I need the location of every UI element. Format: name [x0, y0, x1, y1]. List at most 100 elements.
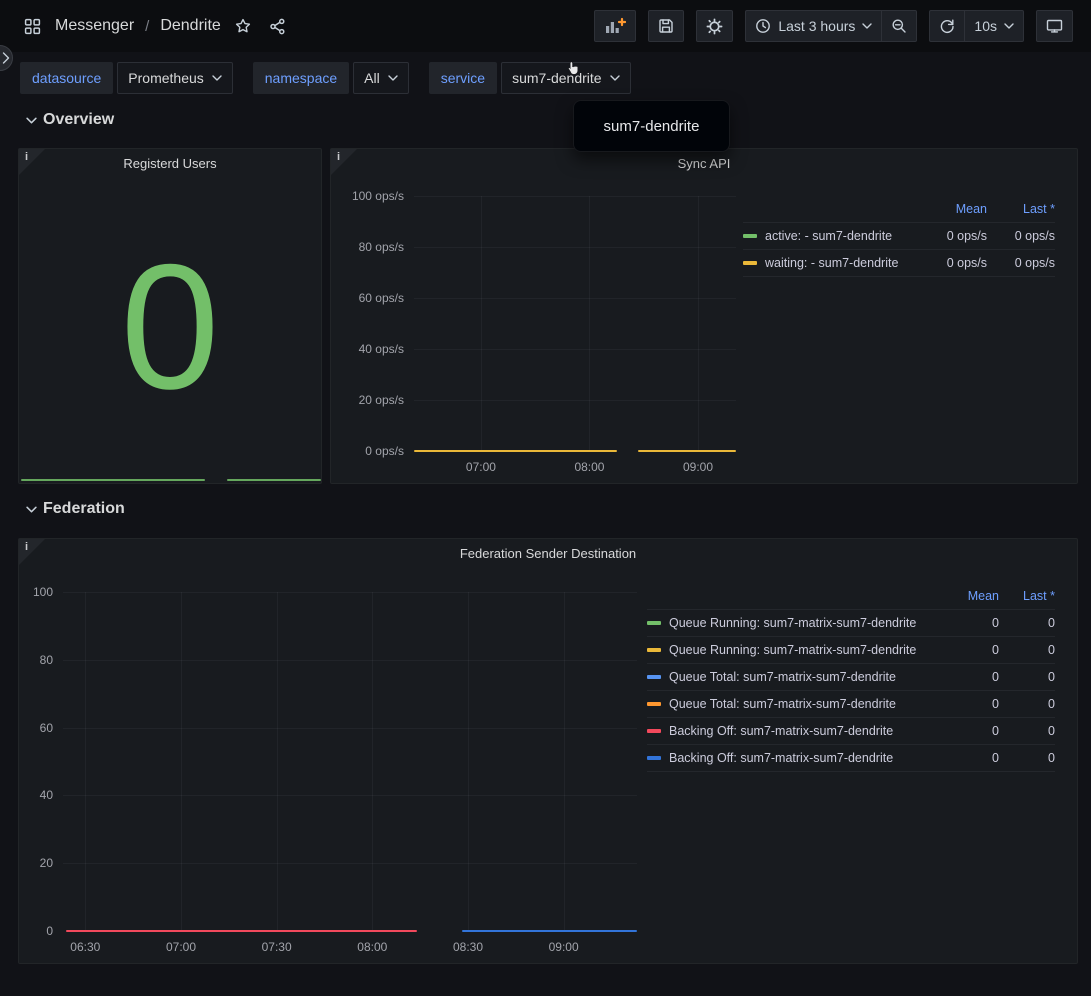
variable-picker-namespace[interactable]: All [353, 62, 409, 94]
legend-last-header[interactable]: Last * [987, 202, 1055, 216]
save-dashboard-button[interactable] [648, 10, 684, 42]
gridline-vertical [468, 592, 469, 931]
legend-series-swatch[interactable] [647, 648, 661, 652]
legend-header-row: MeanLast * [743, 196, 1055, 223]
y-axis-tick-label: 20 ops/s [332, 392, 404, 408]
legend-series-swatch[interactable] [647, 729, 661, 733]
legend-mean-header[interactable]: Mean [919, 202, 987, 216]
grafana-dashboard-page: { "header": { "title_app": "Messenger", … [0, 0, 1091, 996]
clock-icon [755, 18, 771, 34]
legend-series-label[interactable]: Queue Total: sum7-matrix-sum7-dendrite [669, 697, 943, 711]
panel-title[interactable]: Registerd Users [19, 156, 321, 171]
legend-mean-value: 0 [943, 697, 999, 711]
x-axis-tick-label: 08:30 [438, 939, 498, 955]
legend-mean-value: 0 ops/s [919, 229, 987, 243]
y-axis-tick-label: 0 [0, 923, 53, 939]
magnifier-minus-icon [891, 18, 907, 34]
variable-picker-datasource[interactable]: Prometheus [117, 62, 232, 94]
time-range-picker[interactable]: Last 3 hours [745, 10, 881, 42]
gridline-vertical [277, 592, 278, 931]
legend-last-value: 0 ops/s [987, 256, 1055, 270]
tv-monitor-icon [1046, 18, 1063, 34]
section-header-federation[interactable]: Federation [26, 500, 125, 518]
legend-series-label[interactable]: Backing Off: sum7-matrix-sum7-dendrite [669, 724, 943, 738]
share-icon[interactable] [265, 14, 290, 39]
legend-last-value: 0 [999, 751, 1055, 765]
legend-series-swatch[interactable] [743, 261, 757, 265]
legend-series-swatch[interactable] [647, 756, 661, 760]
cycle-view-mode-button[interactable] [1036, 10, 1073, 42]
legend-mean-value: 0 [943, 724, 999, 738]
sparkline-segment [21, 479, 205, 481]
legend-last-value: 0 ops/s [987, 229, 1055, 243]
x-axis-tick-label: 08:00 [342, 939, 402, 955]
legend-series-label[interactable]: active: - sum7-dendrite [765, 229, 919, 243]
legend-mean-value: 0 [943, 616, 999, 630]
zoom-out-time-button[interactable] [881, 10, 917, 42]
chart-legend: MeanLast *active: - sum7-dendrite0 ops/s… [743, 196, 1055, 277]
apps-grid-icon[interactable] [20, 14, 45, 39]
refresh-interval-picker[interactable]: 10s [964, 10, 1024, 42]
gridline-horizontal [414, 196, 736, 197]
gridline-vertical [698, 196, 699, 451]
variable-picker-service[interactable]: sum7-dendrite [501, 62, 631, 94]
gear-icon [706, 18, 723, 35]
gridline-vertical [181, 592, 182, 931]
chevron-down-icon [862, 23, 872, 29]
legend-last-value: 0 [999, 724, 1055, 738]
legend-series-label[interactable]: Queue Running: sum7-matrix-sum7-dendrite [669, 643, 943, 657]
gridline-horizontal [414, 400, 736, 401]
legend-row: active: - sum7-dendrite0 ops/s0 ops/s [743, 223, 1055, 250]
legend-series-swatch[interactable] [647, 675, 661, 679]
star-icon[interactable] [231, 14, 255, 38]
legend-series-label[interactable]: Queue Total: sum7-matrix-sum7-dendrite [669, 670, 943, 684]
gridline-horizontal [414, 298, 736, 299]
breadcrumb-separator: / [144, 18, 150, 35]
refresh-group: 10s [929, 10, 1024, 42]
y-axis-tick-label: 40 ops/s [332, 341, 404, 357]
chart-plot-area[interactable] [414, 196, 736, 451]
add-panel-button[interactable] [594, 10, 636, 42]
panel-title[interactable]: Sync API [331, 156, 1077, 171]
legend-header-row: MeanLast * [647, 583, 1055, 610]
y-axis-tick-label: 100 [0, 584, 53, 600]
x-axis-tick-label: 07:00 [451, 459, 511, 475]
gridline-horizontal [63, 592, 637, 593]
legend-series-label[interactable]: waiting: - sum7-dendrite [765, 256, 919, 270]
panel-federation-sender-destination: i Federation Sender Destination MeanLast… [18, 538, 1078, 964]
legend-mean-header[interactable]: Mean [943, 589, 999, 603]
stat-value: 0 [19, 185, 321, 469]
refresh-icon [939, 18, 955, 34]
dashboard-settings-button[interactable] [696, 10, 733, 42]
legend-last-value: 0 [999, 616, 1055, 630]
breadcrumb-dashboard-title[interactable]: Messenger [55, 17, 134, 35]
legend-mean-value: 0 [943, 643, 999, 657]
legend-series-label[interactable]: Queue Running: sum7-matrix-sum7-dendrite [669, 616, 943, 630]
series-line [462, 930, 637, 932]
y-axis-tick-label: 80 [0, 652, 53, 668]
legend-mean-value: 0 ops/s [919, 256, 987, 270]
chevron-down-icon [26, 506, 37, 513]
variable-label-namespace: namespace [253, 62, 349, 94]
legend-row: Backing Off: sum7-matrix-sum7-dendrite00 [647, 718, 1055, 745]
section-header-overview[interactable]: Overview [26, 111, 114, 129]
legend-series-label[interactable]: Backing Off: sum7-matrix-sum7-dendrite [669, 751, 943, 765]
refresh-dashboard-button[interactable] [929, 10, 964, 42]
legend-last-header[interactable]: Last * [999, 589, 1055, 603]
panel-title[interactable]: Federation Sender Destination [19, 546, 1077, 561]
legend-last-value: 0 [999, 670, 1055, 684]
x-axis-tick-label: 07:00 [151, 939, 211, 955]
chevron-down-icon [610, 75, 620, 81]
legend-series-swatch[interactable] [647, 621, 661, 625]
chart-plot-area[interactable] [63, 592, 637, 931]
chevron-down-icon [1004, 23, 1014, 29]
top-navigation-bar: Messenger / Dendrite [0, 0, 1091, 52]
legend-mean-value: 0 [943, 670, 999, 684]
template-variables-row: datasource Prometheus namespace All serv… [20, 62, 651, 94]
time-picker-group: Last 3 hours [745, 10, 917, 42]
panel-registered-users: i Registerd Users 0 [18, 148, 322, 484]
gridline-horizontal [63, 863, 637, 864]
legend-series-swatch[interactable] [647, 702, 661, 706]
legend-series-swatch[interactable] [743, 234, 757, 238]
variable-label-datasource: datasource [20, 62, 113, 94]
